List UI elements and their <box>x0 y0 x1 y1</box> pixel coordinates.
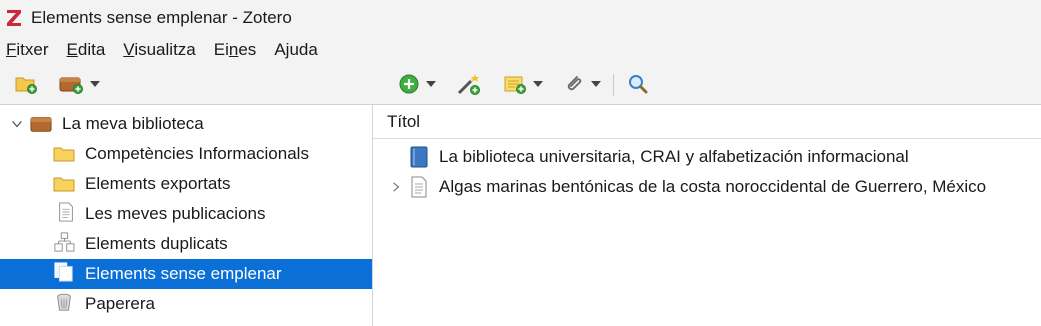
magic-wand-icon <box>457 74 480 95</box>
window-title: Elements sense emplenar - Zotero <box>31 8 292 27</box>
document-icon <box>411 176 427 198</box>
item-title: Algas marinas bentónicas de la costa nor… <box>439 177 987 196</box>
tree-item-duplicates[interactable]: Elements duplicats <box>0 229 372 259</box>
folder-icon <box>53 177 75 192</box>
tree-item-unfiled[interactable]: Elements sense emplenar <box>0 259 372 289</box>
items-pane: Títol La biblioteca universitaria, CRAI … <box>373 105 1041 326</box>
tree-item-trash[interactable]: Paperera <box>0 289 372 319</box>
sidebar-item-label: Les meves publicacions <box>85 204 266 223</box>
tree-item-exported[interactable]: Elements exportats <box>0 169 372 199</box>
tree-item-my-library[interactable]: La meva biblioteca <box>0 109 372 139</box>
tree-item-my-publications[interactable]: Les meves publicacions <box>0 199 372 229</box>
folder-icon <box>53 147 75 162</box>
chevron-down-icon <box>90 81 100 87</box>
chevron-down-icon <box>533 81 543 87</box>
duplicates-icon <box>54 232 75 252</box>
search-button[interactable] <box>627 72 649 96</box>
add-by-identifier-button[interactable] <box>456 72 482 96</box>
add-attachment-button[interactable] <box>563 72 601 96</box>
menu-ajuda[interactable]: Ajuda <box>274 40 318 60</box>
menu-eines[interactable]: Eines <box>214 40 257 60</box>
toolbar-separator <box>613 74 614 96</box>
document-icon <box>59 202 73 222</box>
library-icon <box>30 117 52 132</box>
search-icon <box>629 75 648 94</box>
item-title: La biblioteca universitaria, CRAI y alfa… <box>439 147 909 166</box>
book-icon <box>410 146 428 168</box>
attachment-icon <box>567 76 582 91</box>
zotero-logo-icon <box>6 8 22 28</box>
trash-icon <box>57 293 71 311</box>
menu-bar: Fitxer Edita Visualitza Eines Ajuda <box>0 36 1041 64</box>
sidebar-item-label: Elements duplicats <box>85 234 228 253</box>
sidebar-item-label: Competències Informacionals <box>85 144 309 163</box>
chevron-down-icon <box>591 81 601 87</box>
sidebar-item-label: Elements exportats <box>85 174 231 193</box>
new-note-button[interactable] <box>503 72 543 96</box>
unfiled-icon <box>54 262 73 282</box>
new-library-icon <box>59 77 83 94</box>
new-collection-icon <box>15 77 37 94</box>
menu-visualitza[interactable]: Visualitza <box>123 40 195 60</box>
table-row[interactable]: Algas marinas bentónicas de la costa nor… <box>373 172 1041 202</box>
new-library-button[interactable] <box>58 72 100 96</box>
title-bar: Elements sense emplenar - Zotero <box>0 0 1041 36</box>
column-header-label: Títol <box>387 111 421 131</box>
chevron-down-icon[interactable] <box>11 118 23 130</box>
new-collection-button[interactable] <box>14 72 38 96</box>
new-item-button[interactable] <box>398 72 436 96</box>
library-label: La meva biblioteca <box>62 114 204 133</box>
column-header-title[interactable]: Títol <box>373 105 1041 139</box>
sidebar-item-label: Elements sense emplenar <box>85 264 282 283</box>
tree-item-competencies[interactable]: Competències Informacionals <box>0 139 372 169</box>
chevron-down-icon <box>426 81 436 87</box>
toolbar <box>0 64 1041 105</box>
chevron-right-icon[interactable] <box>391 182 401 192</box>
sidebar-item-label: Paperera <box>85 294 155 313</box>
collections-pane: La meva biblioteca Competències Informac… <box>0 105 373 326</box>
menu-edita[interactable]: Edita <box>67 40 106 60</box>
table-row[interactable]: La biblioteca universitaria, CRAI y alfa… <box>373 142 1041 172</box>
new-note-icon <box>504 76 526 94</box>
new-item-icon <box>399 74 419 94</box>
menu-fitxer[interactable]: Fitxer <box>6 40 49 60</box>
